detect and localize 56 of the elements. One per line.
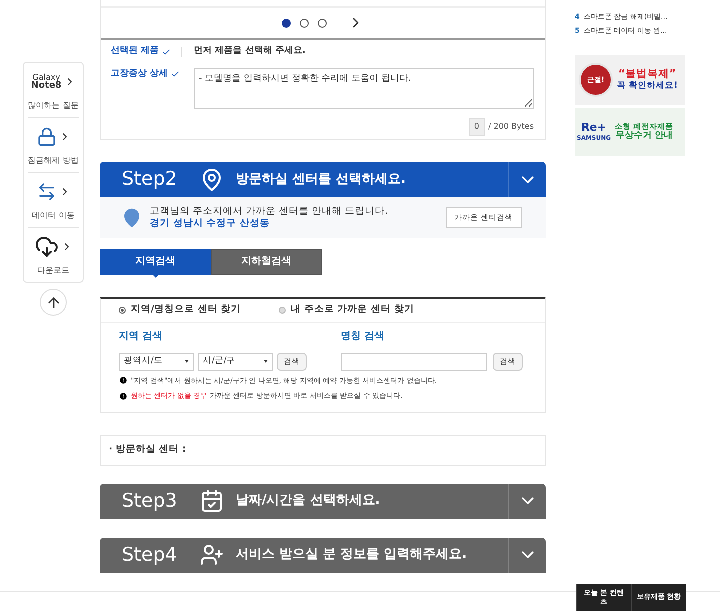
- alert-icon: [119, 376, 128, 386]
- search-tab[interactable]: 지역검색: [100, 248, 211, 274]
- banner-title: “불법복제”: [618, 68, 676, 82]
- product-value: 먼저 제품을 선택해 주세요.: [194, 45, 306, 58]
- search-mode-radio[interactable]: 지역/명칭으로 센터 찾기: [119, 302, 242, 318]
- tab-pointer-icon: [150, 273, 160, 278]
- cloud-download-icon: [34, 235, 58, 259]
- field-label: 고장증상 상세: [111, 68, 194, 136]
- user-add-icon: [200, 543, 224, 567]
- scroll-top-button[interactable]: [40, 289, 67, 316]
- step-header[interactable]: Step3 날짜/시간을 선택하세요.: [100, 484, 546, 518]
- lock-icon: [36, 127, 56, 147]
- step-title: 날짜/시간을 선택하세요.: [236, 492, 380, 510]
- step-title: 서비스 받으실 분 정보를 입력해주세요.: [236, 546, 468, 564]
- location-message: 고객님의 주소지에서 가까운 센터를 안내해 드립니다.: [150, 206, 388, 218]
- quick-menu-item[interactable]: 데이터 이동: [28, 172, 79, 227]
- search-tab[interactable]: 지하철검색: [211, 248, 322, 274]
- phone-transfer-icon: [36, 182, 56, 202]
- byte-count: 0: [469, 118, 484, 136]
- arrow-up-icon: [46, 294, 62, 310]
- quick-menu-label: 많이하는 질문: [28, 100, 79, 112]
- region-select[interactable]: 광역시/도: [119, 352, 194, 370]
- symptom-textarea[interactable]: - 모델명을 입력하시면 정확한 수리에 도움이 됩니다.: [194, 68, 534, 109]
- dropdown-arrow-icon: [264, 360, 268, 363]
- banner-subtitle: 꼭 확인하세요!: [617, 81, 678, 92]
- step-header[interactable]: Step4 서비스 받으실 분 정보를 입력해주세요.: [100, 538, 546, 572]
- quick-menu-item[interactable]: 다운로드: [28, 227, 79, 282]
- visit-center-label: · 방문하실 센터 :: [109, 442, 186, 457]
- quick-menu-item[interactable]: 잠금해제 방법: [28, 117, 79, 172]
- recycle-logo: Re+: [581, 122, 607, 133]
- quick-menu-label: 데이터 이동: [32, 210, 75, 222]
- banner-subtitle: 무상수거 안내: [616, 131, 673, 142]
- location-address: 경기 성남시 수정구 산성동: [150, 218, 271, 230]
- quick-menu-label: 다운로드: [38, 265, 70, 277]
- calendar-check-icon: [200, 489, 224, 513]
- model-name: Galaxy: [32, 74, 60, 82]
- dropdown-arrow-icon: [185, 360, 189, 363]
- section-title: 명칭 검색: [341, 330, 386, 344]
- step-number: Step3: [122, 488, 178, 514]
- alert-icon: [119, 392, 128, 401]
- quick-menu-label: 잠금해제 방법: [28, 155, 79, 167]
- step-title: 방문하실 센터를 선택하세요.: [236, 170, 406, 189]
- map-pin-icon: [200, 168, 224, 192]
- section-title: 지역 검색: [119, 330, 164, 344]
- step-number: Step4: [122, 542, 178, 568]
- model-number: Note8: [31, 82, 62, 90]
- region-select[interactable]: 시/군/구: [198, 352, 273, 370]
- check-icon: [162, 48, 172, 56]
- search-mode-radio[interactable]: 내 주소로 가까운 센터 찾기: [279, 302, 414, 318]
- check-icon: [171, 70, 180, 79]
- step-number: Step2: [122, 167, 178, 192]
- step-header[interactable]: Step2 방문하실 센터를 선택하세요.: [100, 162, 546, 197]
- quick-menu-item[interactable]: Galaxy Note8 많이하는 질문: [28, 63, 79, 117]
- byte-limit: / 200 Bytes: [488, 121, 534, 133]
- field-label: 선택된 제품: [111, 45, 181, 59]
- name-search-field[interactable]: [341, 352, 487, 370]
